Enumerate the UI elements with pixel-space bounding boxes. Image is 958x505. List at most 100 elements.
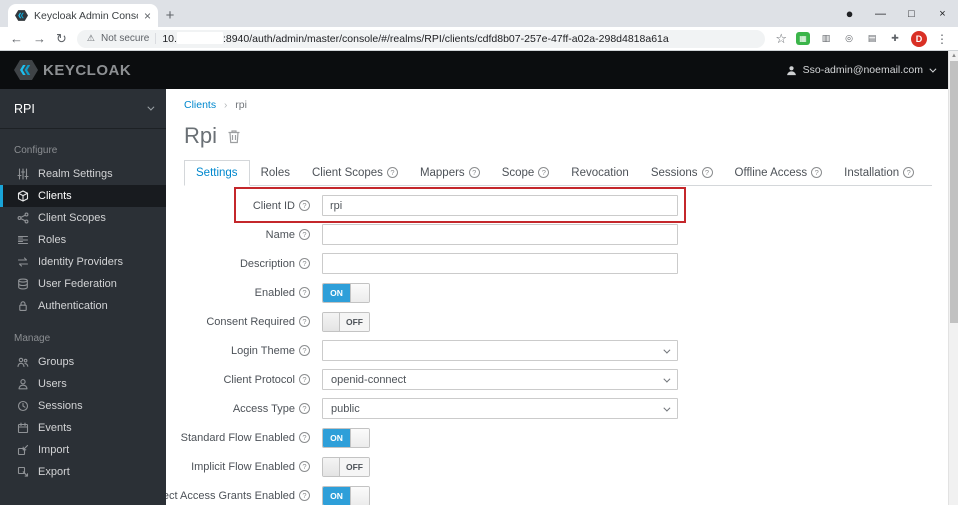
sidebar-item-client-scopes[interactable]: Client Scopes bbox=[0, 207, 166, 229]
tab-revocation[interactable]: Revocation bbox=[560, 160, 640, 185]
browser-menu-icon[interactable]: ⋮ bbox=[936, 32, 948, 46]
help-icon[interactable]: ? bbox=[299, 316, 310, 327]
user-menu[interactable]: Sso-admin@noemail.com bbox=[786, 64, 937, 76]
help-icon[interactable]: ? bbox=[299, 229, 310, 240]
standard-flow-toggle[interactable]: ON bbox=[322, 427, 370, 448]
form-row-standard-flow: Standard Flow Enabled? ON bbox=[181, 427, 932, 448]
help-icon[interactable]: ? bbox=[903, 167, 915, 178]
keycloak-logo[interactable]: KEYCLOAK bbox=[14, 58, 131, 82]
manage-section-label: Manage bbox=[14, 333, 51, 344]
new-tab-button[interactable]: + bbox=[158, 4, 182, 27]
extension-icon-green[interactable]: ▦ bbox=[796, 32, 810, 45]
help-icon[interactable]: ? bbox=[468, 167, 480, 178]
extension-icon-1[interactable]: ▥ bbox=[819, 32, 833, 45]
page-scrollbar[interactable]: ▲ bbox=[948, 51, 958, 505]
implicit-flow-toggle[interactable]: OFF bbox=[322, 456, 370, 477]
sidebar-item-users[interactable]: Users bbox=[0, 373, 166, 395]
divider bbox=[155, 33, 157, 44]
sidebar-item-roles[interactable]: Roles bbox=[0, 229, 166, 251]
address-bar[interactable]: ⚠ Not secure 10.:8940/auth/admin/master/… bbox=[76, 29, 766, 48]
forward-button[interactable]: → bbox=[33, 32, 46, 45]
sidebar-item-authentication[interactable]: Authentication bbox=[0, 295, 166, 317]
enabled-label: Enabled bbox=[254, 286, 295, 299]
back-button[interactable]: ← bbox=[10, 32, 23, 45]
login-theme-select[interactable] bbox=[322, 340, 678, 361]
tab-mappers[interactable]: Mappers? bbox=[409, 160, 491, 185]
sidebar-item-realm-settings[interactable]: Realm Settings bbox=[0, 163, 166, 185]
tab-sessions[interactable]: Sessions? bbox=[640, 160, 724, 185]
client-id-input[interactable] bbox=[322, 195, 678, 216]
client-protocol-select[interactable]: openid-connect bbox=[322, 369, 678, 390]
window-controls: ● — □ × bbox=[834, 0, 958, 27]
realm-selector[interactable]: RPI bbox=[0, 89, 166, 129]
tab-offline-access[interactable]: Offline Access? bbox=[724, 160, 834, 185]
record-indicator-icon[interactable]: ● bbox=[834, 0, 865, 27]
browser-tab[interactable]: Keycloak Admin Console × bbox=[8, 4, 158, 27]
breadcrumb-current: rpi bbox=[235, 99, 247, 111]
tab-bar: Settings Roles Client Scopes? Mappers? S… bbox=[184, 160, 932, 186]
reload-button[interactable]: ↻ bbox=[56, 32, 67, 45]
help-icon[interactable]: ? bbox=[299, 461, 310, 472]
url-text[interactable]: 10.:8940/auth/admin/master/console/#/rea… bbox=[162, 32, 669, 45]
profile-avatar[interactable]: D bbox=[911, 30, 927, 47]
tab-close-icon[interactable]: × bbox=[144, 10, 151, 22]
help-icon[interactable]: ? bbox=[538, 167, 550, 178]
sidebar-item-export[interactable]: Export bbox=[0, 461, 166, 483]
help-icon[interactable]: ? bbox=[299, 258, 310, 269]
not-secure-label[interactable]: Not secure bbox=[101, 33, 149, 44]
tab-scope[interactable]: Scope? bbox=[491, 160, 561, 185]
bookmark-star-icon[interactable]: ☆ bbox=[775, 31, 787, 47]
help-icon[interactable]: ? bbox=[299, 490, 310, 501]
help-icon[interactable]: ? bbox=[386, 167, 398, 178]
tab-installation[interactable]: Installation? bbox=[833, 160, 925, 185]
form-row-direct-access-grants: Direct Access Grants Enabled? ON bbox=[166, 485, 932, 505]
help-icon[interactable]: ? bbox=[701, 167, 713, 178]
help-icon[interactable]: ? bbox=[299, 432, 310, 443]
help-icon[interactable]: ? bbox=[299, 374, 310, 385]
help-icon[interactable]: ? bbox=[299, 345, 310, 356]
description-input[interactable] bbox=[322, 253, 678, 274]
extensions-puzzle-icon[interactable]: ✚ bbox=[888, 32, 902, 45]
database-icon bbox=[17, 278, 29, 290]
breadcrumb-clients-link[interactable]: Clients bbox=[184, 99, 216, 111]
enabled-toggle[interactable]: ON bbox=[322, 282, 370, 303]
sidebar-item-identity-providers[interactable]: Identity Providers bbox=[0, 251, 166, 273]
help-icon[interactable]: ? bbox=[811, 167, 823, 178]
sidebar-item-groups[interactable]: Groups bbox=[0, 351, 166, 373]
name-input[interactable] bbox=[322, 224, 678, 245]
help-icon[interactable]: ? bbox=[299, 403, 310, 414]
form-row-name: Name? bbox=[184, 224, 932, 245]
direct-access-grants-label: Direct Access Grants Enabled bbox=[166, 489, 295, 502]
extension-icon-2[interactable]: ▤ bbox=[865, 32, 879, 45]
form-row-access-type: Access Type? public bbox=[184, 398, 932, 419]
scrollbar-thumb[interactable] bbox=[950, 61, 958, 323]
screen: Keycloak Admin Console × + ● — □ × ← → ↻… bbox=[0, 0, 958, 505]
tab-settings[interactable]: Settings bbox=[184, 160, 250, 186]
minimize-button[interactable]: — bbox=[865, 0, 896, 27]
implicit-flow-label: Implicit Flow Enabled bbox=[191, 460, 295, 473]
extension-icon-camera[interactable]: ◎ bbox=[842, 32, 856, 45]
tab-client-scopes[interactable]: Client Scopes? bbox=[301, 160, 409, 185]
scrollbar-up-icon[interactable]: ▲ bbox=[949, 51, 958, 61]
help-icon[interactable]: ? bbox=[299, 287, 310, 298]
chevron-down-icon bbox=[663, 404, 671, 412]
delete-client-button[interactable] bbox=[227, 129, 241, 144]
chevron-down-icon bbox=[663, 346, 671, 354]
sidebar-item-clients[interactable]: Clients bbox=[0, 185, 166, 207]
access-type-select[interactable]: public bbox=[322, 398, 678, 419]
window-close-button[interactable]: × bbox=[927, 0, 958, 27]
form-row-client-id: Client ID? bbox=[184, 187, 932, 223]
sidebar-item-import[interactable]: Import bbox=[0, 439, 166, 461]
consent-required-toggle[interactable]: OFF bbox=[322, 311, 370, 332]
direct-access-grants-toggle[interactable]: ON bbox=[322, 485, 370, 505]
user-icon bbox=[17, 378, 29, 390]
browser-chrome: Keycloak Admin Console × + ● — □ × ← → ↻… bbox=[0, 0, 958, 51]
maximize-button[interactable]: □ bbox=[896, 0, 927, 27]
tab-strip: Keycloak Admin Console × + ● — □ × bbox=[0, 0, 958, 27]
group-icon bbox=[17, 356, 29, 368]
help-icon[interactable]: ? bbox=[299, 200, 310, 211]
sidebar-item-sessions[interactable]: Sessions bbox=[0, 395, 166, 417]
tab-roles[interactable]: Roles bbox=[250, 160, 301, 185]
sidebar-item-events[interactable]: Events bbox=[0, 417, 166, 439]
sidebar-item-user-federation[interactable]: User Federation bbox=[0, 273, 166, 295]
